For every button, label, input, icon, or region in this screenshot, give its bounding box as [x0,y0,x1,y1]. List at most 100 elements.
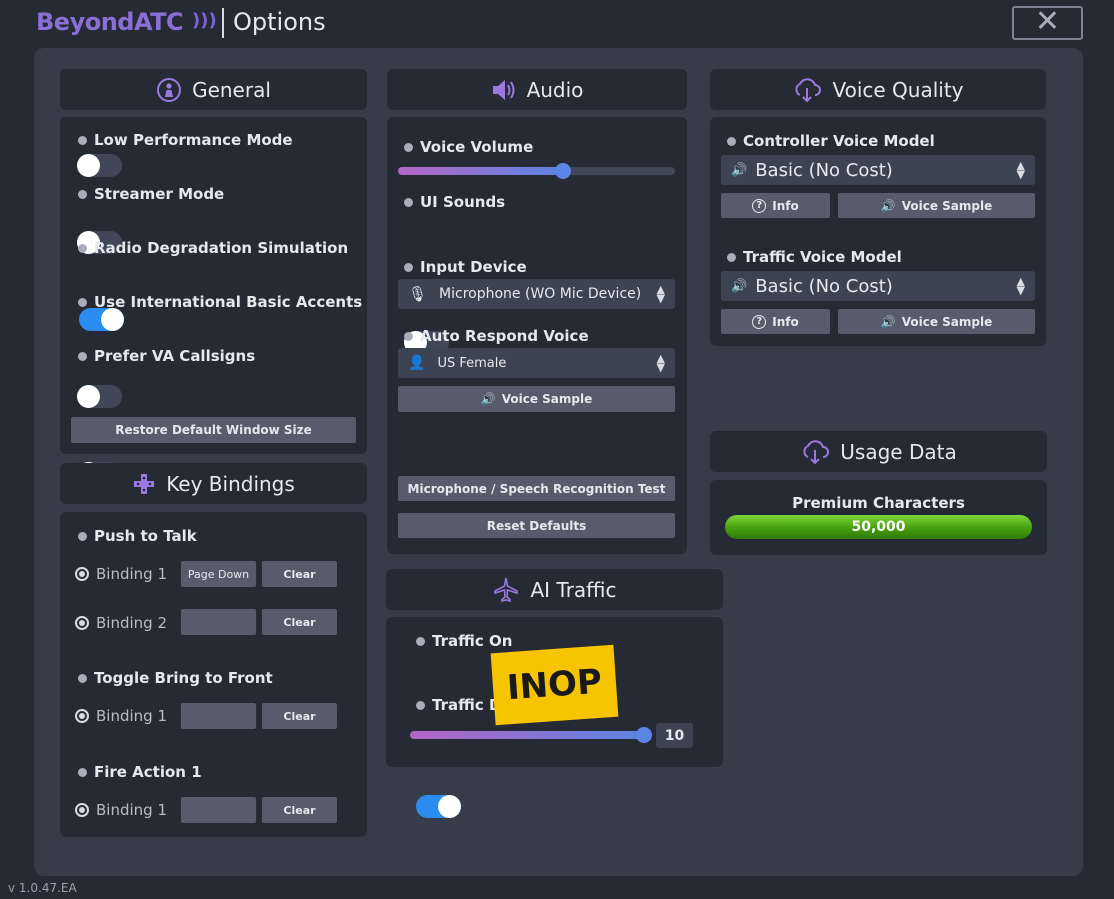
speaker-icon: 🔊 [880,198,896,213]
bullet-icon [78,243,87,253]
reset-defaults-button[interactable]: Reset Defaults [398,513,675,538]
usage-data-header: Usage Data [710,431,1047,472]
voice-volume-label: Voice Volume [404,138,533,156]
updown-icon: ▲ ▼ [656,352,665,374]
updown-icon: ▲ ▼ [656,283,665,305]
fire-action-binding-1-slot[interactable] [181,797,256,823]
low-performance-toggle[interactable] [77,154,122,177]
bring-to-front-binding-1-slot[interactable] [181,703,256,729]
auto-respond-voice-label: Auto Respond Voice [404,327,589,345]
bring-to-front-binding-1-clear[interactable]: Clear [262,703,337,729]
controller-info-button[interactable]: ? Info [721,193,830,218]
bullet-icon [416,636,425,646]
audio-header: Audio [387,69,687,110]
traffic-voice-sample-button[interactable]: 🔊 Voice Sample [838,309,1035,334]
speaker-icon: 🔊 [480,392,496,406]
toggle-bring-to-front-label: Toggle Bring to Front [78,669,273,687]
bullet-icon [404,262,413,272]
key-bindings-title: Key Bindings [166,471,295,496]
gamepad-icon [134,473,155,494]
microphone-icon: 🎙 [408,285,428,303]
premium-characters-label: Premium Characters [792,494,965,512]
radio-icon[interactable] [75,709,89,723]
general-header: General [60,69,367,110]
airplane-icon [494,577,519,602]
fire-action-1-label: Fire Action 1 [78,763,202,781]
key-bindings-header: Key Bindings [60,463,367,504]
close-icon: ✕ [1034,4,1061,39]
international-accents-toggle[interactable] [77,385,122,408]
premium-characters-bar: 50,000 [725,515,1032,539]
bullet-icon [404,142,413,152]
controller-voice-sample-button[interactable]: 🔊 Voice Sample [838,193,1035,218]
international-accents-label: Use International Basic Accents [78,293,362,311]
traffic-info-button[interactable]: ? Info [721,309,830,334]
bullet-icon [727,136,736,146]
streamer-mode-label: Streamer Mode [78,185,224,203]
close-button[interactable]: ✕ [1012,6,1083,40]
person-icon [157,77,182,102]
speaker-icon: 🔊 [731,162,748,178]
low-performance-label: Low Performance Mode [78,131,293,149]
mic-speech-test-button[interactable]: Microphone / Speech Recognition Test [398,476,675,501]
updown-icon: ▲ ▼ [1016,159,1025,181]
audio-title: Audio [526,77,584,102]
prefer-va-callsigns-label: Prefer VA Callsigns [78,347,255,365]
radio-degradation-toggle[interactable] [79,308,124,331]
input-device-label: Input Device [404,258,527,276]
controller-voice-model-value: Basic (No Cost) [755,159,893,181]
bullet-icon [78,297,87,307]
auto-respond-voice-value: US Female [437,355,507,371]
audio-voice-sample-button[interactable]: 🔊 Voice Sample [398,386,675,412]
usage-data-title: Usage Data [840,439,957,464]
traffic-density-value[interactable]: 10 [656,723,693,748]
traffic-voice-model-select[interactable]: 🔊 Basic (No Cost) ▲ ▼ [721,271,1035,301]
traffic-density-knob[interactable] [636,727,652,743]
voice-volume-knob[interactable] [555,163,571,179]
bullet-icon [78,767,87,777]
bullet-icon [416,700,425,710]
push-to-talk-binding-2-clear[interactable]: Clear [262,609,337,635]
inop-sticker: INOP [490,644,619,726]
auto-respond-voice-select[interactable]: 👤 US Female ▲ ▼ [398,348,675,378]
push-to-talk-binding-1-slot[interactable]: Page Down [181,561,256,587]
bullet-icon [78,531,87,541]
bullet-icon [404,331,413,341]
help-icon: ? [752,198,767,213]
push-to-talk-binding-2: Binding 2 [75,614,167,632]
controller-voice-model-select[interactable]: 🔊 Basic (No Cost) ▲ ▼ [721,155,1035,185]
input-device-select[interactable]: 🎙 Microphone (WO Mic Device) ▲ ▼ [398,279,675,309]
bullet-icon [78,351,87,361]
logo-waves-icon: ))) [192,10,217,31]
controller-voice-model-label: Controller Voice Model [727,132,935,150]
voice-quality-header: Voice Quality [710,69,1046,110]
radio-degradation-label: Radio Degradation Simulation [78,239,348,257]
speaker-icon: 🔊 [880,314,896,329]
app-logo: BeyondATC [36,8,184,36]
fire-action-binding-1-clear[interactable]: Clear [262,797,337,823]
ui-sounds-label: UI Sounds [404,193,505,211]
traffic-density-slider[interactable] [410,731,646,739]
voice-quality-title: Voice Quality [832,77,964,102]
title-divider [222,8,224,38]
bring-to-front-binding-1: Binding 1 [75,707,167,725]
cloud-download-icon [803,439,830,464]
input-device-value: Microphone (WO Mic Device) [439,286,642,302]
bullet-icon [78,135,87,145]
traffic-on-toggle[interactable] [416,795,461,818]
bullet-icon [78,189,87,199]
push-to-talk-label: Push to Talk [78,527,197,545]
cloud-download-icon [795,77,822,102]
restore-window-size-button[interactable]: Restore Default Window Size [71,417,356,443]
ai-traffic-title: AI Traffic [530,577,617,602]
version-label: v 1.0.47.EA [8,881,77,895]
push-to-talk-binding-2-slot[interactable] [181,609,256,635]
radio-icon[interactable] [75,616,89,630]
bullet-icon [404,197,413,207]
radio-icon[interactable] [75,567,89,581]
push-to-talk-binding-1: Binding 1 [75,565,167,583]
push-to-talk-binding-1-clear[interactable]: Clear [262,561,337,587]
bullet-icon [78,673,87,683]
radio-icon[interactable] [75,803,89,817]
speaker-icon [492,79,515,100]
